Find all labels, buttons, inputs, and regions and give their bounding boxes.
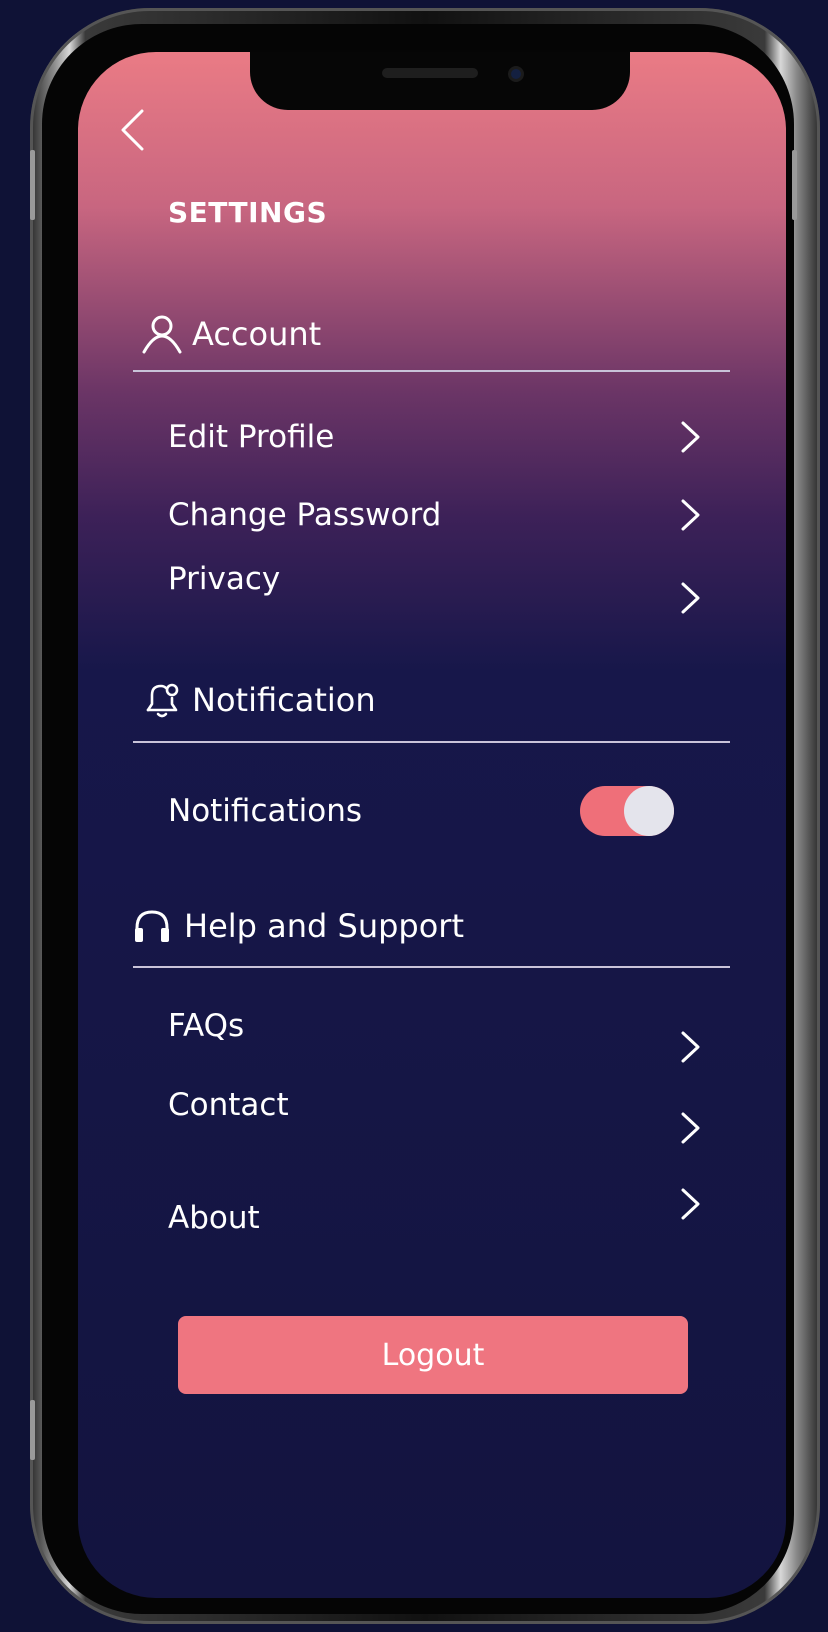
- phone-side-button: [792, 150, 797, 220]
- section-divider: [133, 966, 730, 968]
- menu-item-label: FAQs: [168, 1008, 245, 1044]
- section-label-notification: Notification: [192, 681, 376, 719]
- menu-item-privacy[interactable]: Privacy: [168, 561, 702, 614]
- logout-button[interactable]: Logout: [178, 1316, 688, 1394]
- section-divider: [133, 370, 730, 372]
- menu-item-edit-profile[interactable]: Edit Profile: [168, 412, 702, 462]
- menu-item-about[interactable]: About: [168, 1186, 702, 1236]
- user-icon: [140, 312, 192, 356]
- section-header-account: Account: [132, 310, 321, 358]
- menu-item-faqs[interactable]: FAQs: [168, 1008, 702, 1063]
- phone-side-button: [30, 150, 35, 220]
- phone-speaker: [382, 68, 478, 78]
- toggle-knob: [624, 786, 674, 836]
- notifications-toggle[interactable]: [580, 786, 674, 836]
- phone-notch: [250, 52, 630, 110]
- section-divider: [133, 741, 730, 743]
- page-title: SETTINGS: [168, 196, 328, 229]
- section-header-help: Help and Support: [132, 902, 464, 950]
- chevron-right-icon: [681, 499, 700, 531]
- front-camera: [508, 66, 524, 82]
- chevron-right-icon: [681, 582, 700, 614]
- chevron-left-icon: [121, 109, 144, 151]
- section-header-notification: Notification: [132, 676, 376, 724]
- notifications-toggle-row: Notifications: [168, 786, 468, 836]
- menu-item-label: Edit Profile: [168, 419, 335, 455]
- menu-item-label: About: [168, 1200, 260, 1236]
- back-button[interactable]: [118, 108, 148, 152]
- chevron-right-icon: [681, 421, 700, 453]
- menu-item-label: Change Password: [168, 497, 442, 533]
- headphones-icon: [132, 904, 184, 948]
- menu-item-label: Privacy: [168, 561, 281, 597]
- menu-item-label: Contact: [168, 1087, 289, 1123]
- chevron-right-icon: [681, 1188, 700, 1220]
- chevron-right-icon: [681, 1112, 700, 1144]
- section-label-account: Account: [192, 315, 322, 353]
- menu-item-contact[interactable]: Contact: [168, 1087, 702, 1144]
- phone-side-button: [30, 1400, 35, 1460]
- menu-item-change-password[interactable]: Change Password: [168, 490, 702, 540]
- toggle-label: Notifications: [168, 793, 363, 829]
- section-label-help: Help and Support: [184, 907, 464, 945]
- bell-icon: [140, 678, 192, 722]
- chevron-right-icon: [681, 1031, 700, 1063]
